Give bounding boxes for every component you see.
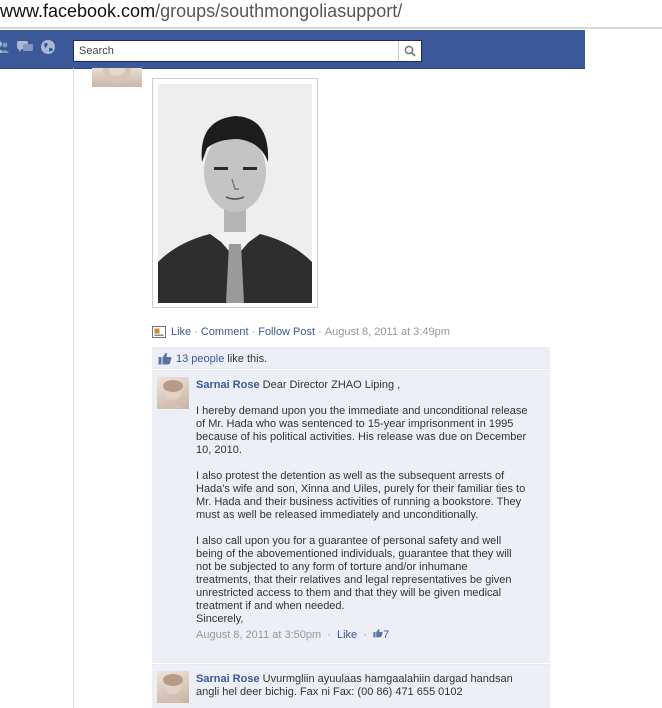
comment-line: treatments, that their relatives and leg… — [196, 574, 512, 586]
notifications-globe-icon[interactable] — [40, 39, 56, 60]
post-actions: Like · Comment · Follow Post · August 8,… — [152, 324, 450, 340]
comment-text: Uvurmgliin ayuulaas hamgaalahiin dargad … — [262, 673, 513, 685]
search-box[interactable] — [73, 40, 422, 62]
comment-line: I hereby demand upon you the immediate a… — [196, 405, 528, 417]
separator-dot: · — [194, 326, 198, 338]
facebook-header — [0, 30, 585, 69]
comment-line: I also protest the detention as well as … — [196, 470, 505, 482]
likers-link[interactable]: 13 people — [176, 353, 224, 365]
search-input[interactable] — [74, 41, 400, 61]
thumbs-up-icon — [158, 352, 172, 365]
follow-post-link[interactable]: Follow Post — [258, 326, 315, 338]
url-path: /groups/southmongoliasupport/ — [155, 1, 403, 21]
like-link[interactable]: Like — [171, 326, 191, 338]
thumbs-up-icon — [373, 629, 383, 638]
comment-line: I also call upon you for a guarantee of … — [196, 535, 502, 547]
comment-first-line: Sarnai Rose Uvurmgliin ayuulaas hamgaala… — [196, 673, 536, 686]
comment-line: being of the abovementioned individuals,… — [196, 548, 512, 560]
comment-first-line: Sarnai Rose Dear Director ZHAO Liping , — [196, 379, 536, 392]
messages-icon[interactable] — [16, 40, 34, 59]
comment-body: Sarnai Rose Dear Director ZHAO Liping , … — [196, 379, 536, 642]
comment-line: not be subjected to any form of torture … — [196, 561, 468, 573]
comment-like-link[interactable]: Like — [337, 629, 357, 641]
comment-line: Sincerely, — [196, 613, 244, 625]
comment-body: Sarnai Rose Uvurmgliin ayuulaas hamgaala… — [196, 673, 536, 699]
post-photo-frame[interactable] — [152, 78, 318, 308]
photo-post-icon — [152, 326, 166, 338]
notification-jewels — [0, 38, 62, 60]
comment-line: Mr. Hada and their business activities o… — [196, 496, 522, 508]
url-divider — [0, 27, 662, 29]
comment-line: treatment if and when needed. — [196, 600, 345, 612]
comment-line: must as well be released immediately and… — [196, 509, 479, 521]
comment-avatar[interactable] — [157, 671, 189, 703]
comment-meta: August 8, 2011 at 3:50pm · Like · 7 — [196, 628, 536, 642]
comment-item: Sarnai Rose Dear Director ZHAO Liping , … — [152, 370, 550, 663]
likes-text: 13 people like this. — [176, 353, 267, 365]
friend-requests-icon[interactable] — [0, 40, 10, 59]
url-text[interactable]: www.facebook.com/groups/southmongoliasup… — [0, 1, 402, 22]
comment-paragraph: I hereby demand upon you the immediate a… — [196, 405, 536, 457]
comment-line: of Mr. Hada who was sentenced to 15-year… — [196, 418, 514, 430]
comment-avatar[interactable] — [157, 377, 189, 409]
separator-dot: · — [363, 629, 367, 641]
comment-line: unrestricted access to them and that the… — [196, 587, 502, 599]
comment-opening: Dear Director ZHAO Liping , — [262, 379, 401, 391]
separator-dot: · — [318, 326, 322, 338]
separator-dot: · — [251, 326, 256, 338]
comment-author-link[interactable]: Sarnai Rose — [196, 673, 260, 685]
post-timestamp[interactable]: August 8, 2011 at 3:49pm — [325, 326, 450, 338]
comment-like-count[interactable]: 7 — [373, 629, 389, 641]
comment-line: Hada's wife and son, Xinna and Uiles, pu… — [196, 483, 526, 495]
comment-line: 10, 2010. — [196, 444, 242, 456]
comment-paragraph: I also protest the detention as well as … — [196, 470, 536, 522]
post-author-avatar[interactable] — [92, 68, 142, 87]
search-button[interactable] — [398, 41, 421, 61]
comment-item: Sarnai Rose Uvurmgliin ayuulaas hamgaala… — [152, 664, 550, 708]
like-count-value: 7 — [382, 629, 390, 641]
comment-paragraph: I also call upon you for a guarantee of … — [196, 535, 536, 626]
separator-dot: · — [327, 629, 331, 641]
url-domain: www.facebook.com — [0, 1, 156, 21]
comment-timestamp[interactable]: August 8, 2011 at 3:50pm — [196, 629, 321, 641]
content-left-border — [73, 68, 74, 708]
comment-line: because of his political activities. His… — [196, 431, 527, 443]
likes-suffix: like this. — [227, 353, 268, 365]
browser-url-bar[interactable]: www.facebook.com/groups/southmongoliasup… — [0, 0, 662, 27]
search-icon — [404, 45, 416, 57]
likes-summary: 13 people like this. — [152, 347, 550, 369]
post-photo[interactable] — [158, 84, 312, 303]
comment-link[interactable]: Comment — [201, 326, 249, 338]
comment-author-link[interactable]: Sarnai Rose — [196, 379, 260, 391]
comment-line: angli hel deer bichig. Fax ni Fax: (00 8… — [196, 686, 463, 698]
